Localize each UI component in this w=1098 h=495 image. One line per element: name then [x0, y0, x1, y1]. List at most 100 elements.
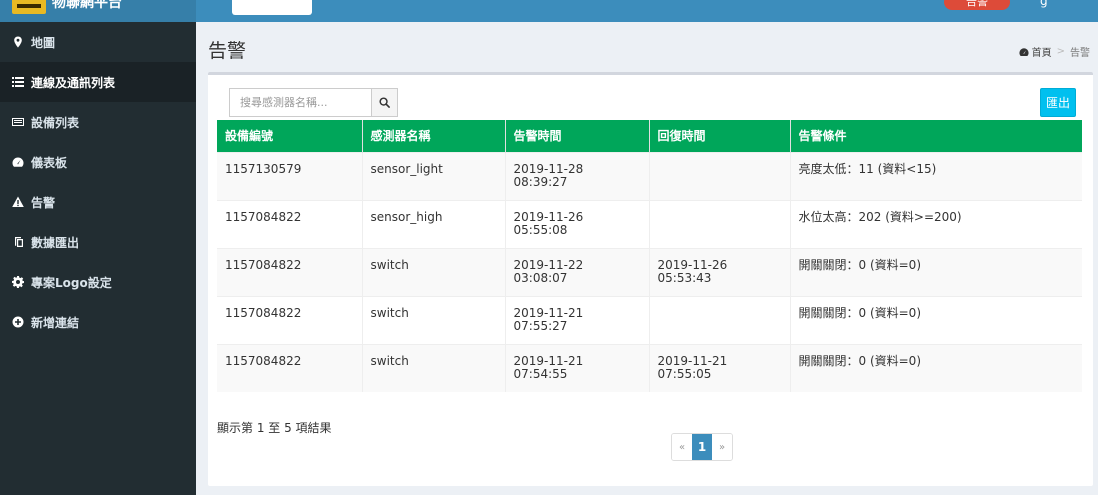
plus-circle-icon	[12, 316, 24, 328]
alerts-table: 設備編號 感測器名稱 告警時間 回復時間 告警條件 1157130579 sen…	[217, 120, 1082, 392]
table-row[interactable]: 1157084822 sensor_high 2019-11-26 05:55:0…	[217, 199, 1082, 248]
column-header-recover-time[interactable]: 回復時間	[649, 120, 791, 152]
map-marker-icon	[12, 36, 24, 48]
sidebar-item-label: 數據匯出	[31, 235, 80, 250]
cell-sensor-name: switch	[362, 247, 506, 296]
cell-sensor-name: sensor_light	[362, 151, 506, 200]
alert-date: 2019-11-21	[513, 305, 584, 320]
cell-alert-time: 2019-11-28 08:39:27	[505, 151, 650, 200]
search-group	[229, 88, 398, 117]
sidebar-item-label: 專案Logo設定	[31, 275, 112, 290]
top-header: 物聯網平台 告警 g	[0, 0, 1098, 22]
cell-device-id: 1157084822	[217, 247, 363, 296]
sidebar-item-label: 告警	[31, 195, 56, 210]
cell-device-id: 1157130579	[217, 151, 363, 200]
alert-badge[interactable]: 告警	[944, 0, 1010, 10]
recover-clock: 07:55:05	[657, 366, 712, 381]
recover-date: 2019-11-26	[657, 257, 728, 272]
cell-device-id: 1157084822	[217, 199, 363, 248]
sidebar-item-label: 新增連結	[31, 315, 80, 330]
search-input[interactable]	[229, 88, 371, 117]
table-row[interactable]: 1157084822 switch 2019-11-21 07:55:27 開關關…	[217, 295, 1082, 344]
warning-icon	[12, 196, 24, 208]
gear-icon	[12, 276, 24, 288]
pagination: « 1 »	[671, 433, 733, 461]
cell-condition: 開關關閉：0 (資料=0)	[790, 343, 1082, 392]
table-row[interactable]: 1157130579 sensor_light 2019-11-28 08:39:…	[217, 151, 1082, 200]
alert-clock: 08:39:27	[513, 174, 568, 189]
alerts-panel: 匯出 設備編號 感測器名稱 告警時間 回復時間 告警條件 1157130579 …	[208, 72, 1093, 486]
cell-condition: 水位太高：202 (資料>=200)	[790, 199, 1082, 248]
page-title: 告警	[208, 40, 247, 62]
cell-recover-time: 2019-11-21 07:55:05	[649, 343, 791, 392]
table-header-row: 設備編號 感測器名稱 告警時間 回復時間 告警條件	[217, 120, 1082, 152]
logo-area[interactable]: 物聯網平台	[0, 0, 196, 22]
pagination-prev-button[interactable]: «	[672, 434, 692, 460]
list-icon	[12, 76, 24, 88]
column-header-alert-time[interactable]: 告警時間	[505, 120, 650, 152]
alert-date: 2019-11-22	[513, 257, 584, 272]
breadcrumb-home[interactable]: 首頁	[1032, 44, 1052, 59]
alert-clock: 07:55:27	[513, 318, 568, 333]
sidebar-item-connections[interactable]: 連線及通訊列表	[0, 62, 196, 102]
device-list-icon	[12, 116, 24, 128]
search-icon	[379, 97, 390, 108]
recover-date: 2019-11-21	[657, 353, 728, 368]
cell-condition: 開關關閉：0 (資料=0)	[790, 247, 1082, 296]
breadcrumb: 首頁 > 告警	[1019, 44, 1090, 59]
pagination-page-1[interactable]: 1	[692, 434, 712, 460]
cell-alert-time: 2019-11-21 07:54:55	[505, 343, 650, 392]
sidebar-item-data-export[interactable]: 數據匯出	[0, 222, 196, 262]
sidebar-item-devices[interactable]: 設備列表	[0, 102, 196, 142]
sidebar-item-label: 連線及通訊列表	[31, 75, 116, 90]
sidebar: 地圖 連線及通訊列表 設備列表 儀表板 告警 數據匯出 專案Logo設定 新增連…	[0, 22, 196, 495]
alert-clock: 05:55:08	[513, 222, 568, 237]
logo	[12, 0, 46, 14]
alert-clock: 07:54:55	[513, 366, 568, 381]
brand-title: 物聯網平台	[52, 0, 122, 11]
breadcrumb-separator: >	[1056, 46, 1065, 57]
alert-date: 2019-11-21	[513, 353, 584, 368]
cell-alert-time: 2019-11-26 05:55:08	[505, 199, 650, 248]
sidebar-item-alerts[interactable]: 告警	[0, 182, 196, 222]
sidebar-item-label: 儀表板	[31, 155, 68, 170]
cell-sensor-name: switch	[362, 295, 506, 344]
dashboard-icon	[12, 156, 24, 168]
cell-alert-time: 2019-11-21 07:55:27	[505, 295, 650, 344]
cell-alert-time: 2019-11-22 03:08:07	[505, 247, 650, 296]
cell-recover-time	[649, 199, 791, 248]
cell-recover-time	[649, 151, 791, 200]
cell-recover-time: 2019-11-26 05:53:43	[649, 247, 791, 296]
export-button[interactable]: 匯出	[1040, 88, 1076, 117]
cell-condition: 亮度太低：11 (資料<15)	[790, 151, 1082, 200]
export-icon	[12, 236, 24, 248]
sidebar-item-logo-settings[interactable]: 專案Logo設定	[0, 262, 196, 302]
user-menu[interactable]: g	[1040, 0, 1048, 8]
alert-date: 2019-11-26	[513, 209, 584, 224]
sidebar-item-add-link[interactable]: 新增連結	[0, 302, 196, 342]
table-row[interactable]: 1157084822 switch 2019-11-21 07:54:55 201…	[217, 343, 1082, 392]
cell-recover-time	[649, 295, 791, 344]
sidebar-item-map[interactable]: 地圖	[0, 22, 196, 62]
cell-device-id: 1157084822	[217, 343, 363, 392]
breadcrumb-current: 告警	[1070, 48, 1090, 59]
header-toggle[interactable]	[232, 0, 312, 15]
table-row[interactable]: 1157084822 switch 2019-11-22 03:08:07 201…	[217, 247, 1082, 296]
cell-condition: 開關關閉：0 (資料=0)	[790, 295, 1082, 344]
pagination-next-button[interactable]: »	[712, 434, 732, 460]
recover-clock: 05:53:43	[657, 270, 712, 285]
sidebar-item-label: 設備列表	[31, 115, 80, 130]
table-info: 顯示第 1 至 5 項結果	[217, 421, 332, 435]
column-header-device-id[interactable]: 設備編號	[217, 120, 363, 152]
search-button[interactable]	[371, 88, 398, 117]
column-header-sensor-name[interactable]: 感測器名稱	[362, 120, 506, 152]
cell-sensor-name: switch	[362, 343, 506, 392]
cell-sensor-name: sensor_high	[362, 199, 506, 248]
main-content: 告警 首頁 > 告警 匯出 設備編號 感測器名稱 告警時間 回復時間 告警條件	[196, 22, 1098, 495]
column-header-condition[interactable]: 告警條件	[790, 120, 1082, 152]
sidebar-item-dashboard[interactable]: 儀表板	[0, 142, 196, 182]
alert-date: 2019-11-28	[513, 161, 584, 176]
dashboard-icon	[1019, 47, 1029, 56]
cell-device-id: 1157084822	[217, 295, 363, 344]
alert-clock: 03:08:07	[513, 270, 568, 285]
